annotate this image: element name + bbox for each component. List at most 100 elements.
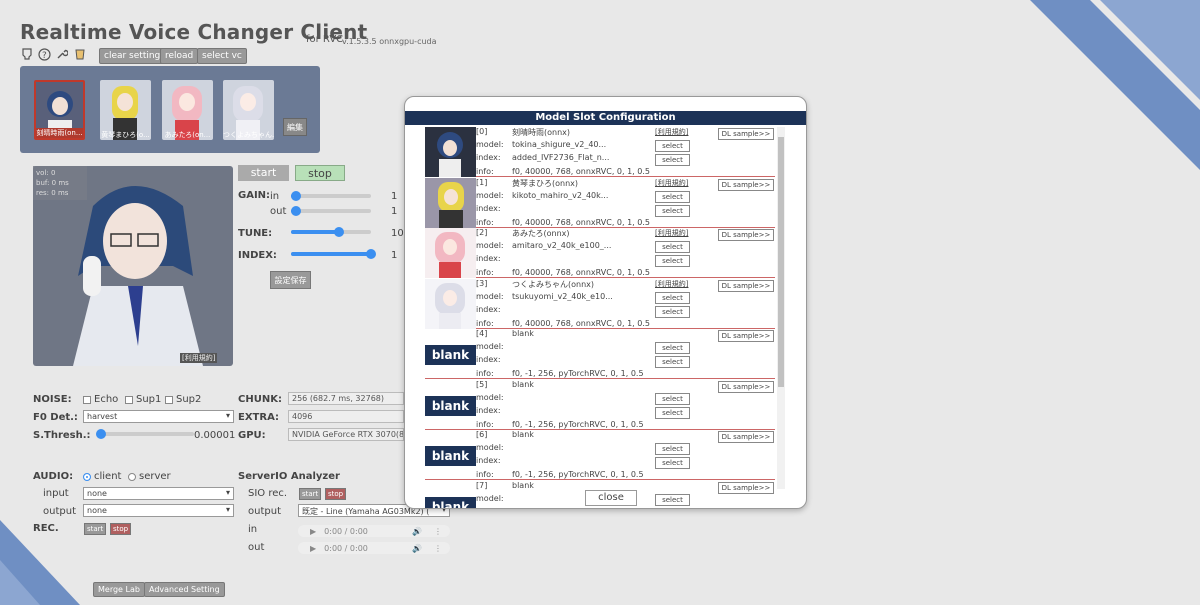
slot-id: [4] <box>476 329 488 338</box>
slot-name: blank <box>512 430 534 439</box>
rec-label: REC. <box>33 523 59 534</box>
slot-model-label: model: <box>476 443 504 452</box>
extra-select[interactable]: 4096 <box>288 410 404 423</box>
select-index-button[interactable]: select <box>655 305 690 318</box>
coffee-icon[interactable] <box>73 47 87 61</box>
select-model-button[interactable]: select <box>655 241 690 253</box>
echo-checkbox[interactable]: Echo <box>83 394 118 405</box>
select-index-button[interactable]: select <box>655 457 690 469</box>
dl-sample-button[interactable]: DL sample>> <box>718 178 774 191</box>
save-settings-button[interactable]: 設定保存 <box>270 271 311 289</box>
slot-index-value: added_IVF2736_Flat_n... <box>512 153 610 162</box>
tune-slider[interactable] <box>291 227 371 237</box>
dl-sample-button[interactable]: DL sample>> <box>718 279 774 292</box>
model-thumb-1[interactable]: 黄琴まひろ(o... <box>100 80 151 140</box>
select-index-button[interactable]: select <box>655 356 690 368</box>
analyzer-output-label: output <box>248 506 281 517</box>
model-thumb-3[interactable]: つくよみちゃん... <box>223 80 274 140</box>
thumb-label: 黄琴まひろ(o... <box>101 131 150 139</box>
dl-sample-button[interactable]: DL sample>> <box>718 481 774 494</box>
sup2-checkbox[interactable]: Sup2 <box>165 394 201 405</box>
dl-sample-button[interactable]: DL sample>> <box>718 380 774 393</box>
gain-out-slider[interactable] <box>291 206 371 216</box>
dl-sample-button[interactable]: DL sample>> <box>718 229 774 241</box>
chunk-select[interactable]: 256 (682.7 ms, 32768) <box>288 392 404 405</box>
character-terms-link[interactable]: [利用規約] <box>180 353 218 363</box>
rec-stop-button[interactable]: stop <box>110 523 132 535</box>
slot-model-value: amitaro_v2_40k_e100_... <box>512 241 612 250</box>
analyzer-in-label: in <box>248 524 258 535</box>
more-icon[interactable]: ⋮ <box>434 544 442 553</box>
tune-value: 10 <box>391 228 404 239</box>
advanced-setting-button[interactable]: Advanced Setting <box>144 582 225 597</box>
extra-label: EXTRA: <box>238 412 279 423</box>
model-thumb-0[interactable]: 刻晴時雨(on... <box>34 80 85 140</box>
sthresh-slider[interactable] <box>96 429 194 439</box>
sio-stop-button[interactable]: stop <box>325 488 347 500</box>
dl-sample-button[interactable]: DL sample>> <box>718 330 774 342</box>
select-model-button[interactable]: select <box>655 291 690 304</box>
chunk-label: CHUNK: <box>238 394 282 405</box>
dl-sample-button[interactable]: DL sample>> <box>718 431 774 443</box>
slot-row: [1] 黄琴まひろ(onnx) model: kikoto_mahiro_v2_40k… <box>425 177 775 228</box>
gain-in-label: in <box>270 191 280 202</box>
f0-detector-select[interactable]: harvest <box>83 410 234 423</box>
dl-sample-button[interactable]: DL sample>> <box>718 128 774 140</box>
github-icon[interactable] <box>20 47 34 61</box>
sio-start-button[interactable]: start <box>299 488 322 500</box>
merge-lab-button[interactable]: Merge Lab <box>93 582 145 597</box>
edit-slots-button[interactable]: 編集 <box>283 118 307 136</box>
analyzer-out-player[interactable]: ▶ 0:00 / 0:00 🔊 ⋮ <box>298 542 450 554</box>
slot-blank-thumbnail: blank <box>425 395 476 416</box>
gain-label: GAIN: <box>238 190 271 201</box>
select-index-button[interactable]: select <box>655 204 690 217</box>
slot-list-scrollbar[interactable] <box>777 127 785 489</box>
audio-input-select[interactable]: none <box>83 487 234 500</box>
server-radio[interactable]: server <box>128 471 171 482</box>
slot-id: [3] <box>476 278 488 288</box>
select-model-button[interactable]: select <box>655 190 690 203</box>
play-icon[interactable]: ▶ <box>310 527 316 536</box>
gpu-select[interactable]: NVIDIA GeForce RTX 3070(8 <box>288 428 404 441</box>
slot-info-value: f0, 40000, 768, onnxRVC, 0, 1, 0.5 <box>512 268 650 277</box>
model-thumb-2[interactable]: あみたろ(on... <box>162 80 213 140</box>
select-model-button[interactable]: select <box>655 342 690 354</box>
volume-icon[interactable]: 🔊 <box>412 527 422 536</box>
slot-row: [3] つくよみちゃん(onnx) model: tsukuyomi_v2_40k_e… <box>425 278 775 329</box>
help-icon[interactable]: ? <box>37 47 51 61</box>
select-model-button[interactable]: select <box>655 140 690 152</box>
select-index-button[interactable]: select <box>655 255 690 267</box>
audio-output-select[interactable]: none <box>83 504 234 517</box>
volume-icon[interactable]: 🔊 <box>412 544 422 553</box>
stop-button[interactable]: stop <box>295 165 345 181</box>
select-index-button[interactable]: select <box>655 154 690 166</box>
wrench-icon[interactable] <box>55 47 69 61</box>
sup1-checkbox[interactable]: Sup1 <box>125 394 161 405</box>
select-model-button[interactable]: select <box>655 392 690 405</box>
client-radio[interactable]: client <box>83 471 121 482</box>
slot-index-label: index: <box>476 203 501 213</box>
slot-terms-link[interactable]: [利用規約] <box>655 228 688 238</box>
slot-terms-link[interactable]: [利用規約] <box>655 279 688 289</box>
gain-out-value: 1 <box>391 206 398 217</box>
clear-setting-button[interactable]: clear setting <box>99 48 166 64</box>
slot-row: [0] 刻晴時雨(onnx) model: tokina_shigure_v2_40.… <box>425 127 775 177</box>
select-model-button[interactable]: select <box>655 443 690 455</box>
select-index-button[interactable]: select <box>655 406 690 419</box>
reload-button[interactable]: reload <box>160 48 199 64</box>
select-vc-button[interactable]: select vc <box>197 48 247 64</box>
select-index-button[interactable]: select <box>655 507 690 508</box>
more-icon[interactable]: ⋮ <box>434 527 442 536</box>
play-icon[interactable]: ▶ <box>310 544 316 553</box>
slot-terms-link[interactable]: [利用規約] <box>655 178 688 188</box>
close-button[interactable]: close <box>585 490 637 506</box>
slot-name: 刻晴時雨(onnx) <box>512 128 571 137</box>
select-model-button[interactable]: select <box>655 493 690 506</box>
index-slider[interactable] <box>291 249 376 259</box>
rec-start-button[interactable]: start <box>84 523 107 535</box>
gain-in-slider[interactable] <box>291 191 371 201</box>
slot-model-label: model: <box>476 140 504 149</box>
analyzer-in-player[interactable]: ▶ 0:00 / 0:00 🔊 ⋮ <box>298 525 450 537</box>
slot-terms-link[interactable]: [利用規約] <box>655 127 688 137</box>
start-button[interactable]: start <box>238 165 289 181</box>
